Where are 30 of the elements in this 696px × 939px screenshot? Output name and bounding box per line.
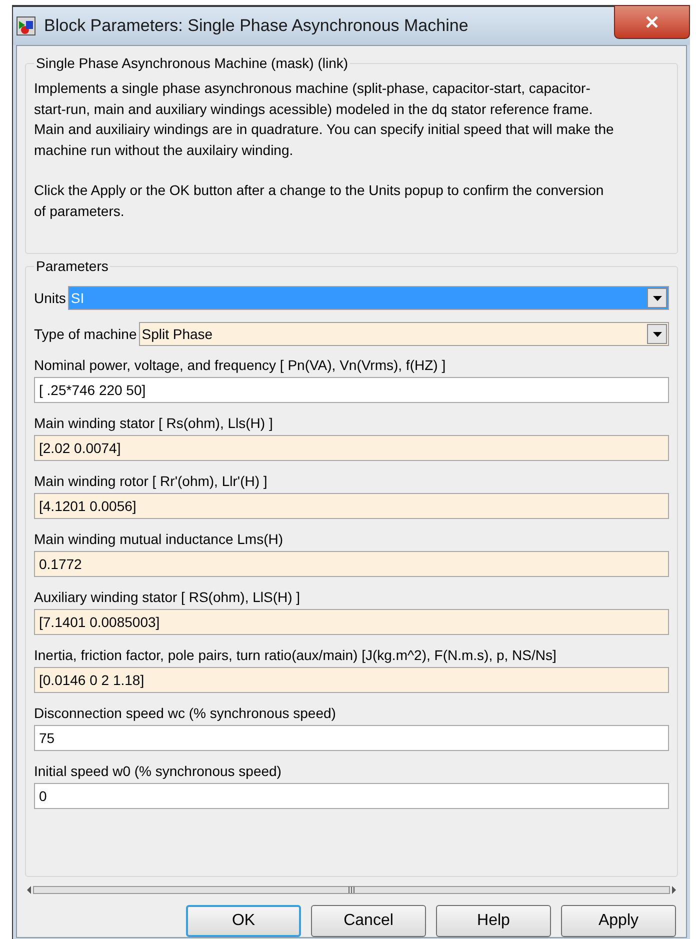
input-field[interactable]: [ .25*746 220 50]: [34, 377, 669, 404]
field-label: Main winding mutual inductance Lms(H): [34, 530, 284, 550]
input-field[interactable]: [4.1201 0.0056]: [34, 493, 669, 520]
dialog-button[interactable]: Help: [436, 905, 551, 937]
field-label: Type of machine: [34, 324, 137, 344]
field-label: Inertia, friction factor, pole pairs, turn ratio(aux/main) [J(kg.m^2), F(N.m.s), p, NS/Ns]: [34, 646, 558, 666]
input-field[interactable]: [2.02 0.0074]: [34, 435, 669, 462]
field-label: Main winding stator [ Rs(ohm), Lls(H) ]: [34, 414, 274, 434]
field-label: Auxiliary winding stator [ RS(ohm), LlS(H) ]: [34, 588, 302, 608]
input-field[interactable]: 0: [34, 783, 669, 810]
field-label: Units: [34, 288, 66, 308]
scrollbar-grip[interactable]: III: [348, 886, 356, 894]
description-text: Click the Apply or the OK button after a change to the Units popup to confirm the conversion of parameters.: [34, 181, 605, 221]
field-label: Disconnection speed wc (% synchronous speed): [34, 704, 337, 724]
input-field[interactable]: 0.1772: [34, 551, 669, 578]
dropdown[interactable]: Split Phase: [138, 322, 669, 346]
dialog-button[interactable]: OK: [186, 905, 301, 937]
close-button[interactable]: [614, 5, 690, 39]
input-field[interactable]: [7.1401 0.0085003]: [34, 609, 669, 636]
block-icon: [16, 16, 36, 36]
input-field[interactable]: 75: [34, 725, 669, 752]
dialog-button[interactable]: Apply: [561, 905, 676, 937]
input-field[interactable]: [0.0146 0 2 1.18]: [34, 667, 669, 694]
field-label: Initial speed w0 (% synchronous speed): [34, 762, 282, 782]
close-icon: [645, 16, 659, 28]
field-label: Main winding rotor [ Rr'(ohm), Llr'(H) ]: [34, 472, 268, 492]
field-label: Nominal power, voltage, and frequency [ Pn(VA), Vn(Vrms), f(HZ) ]: [34, 356, 447, 376]
dialog-button[interactable]: Cancel: [311, 905, 426, 937]
window-title: Block Parameters: Single Phase Asynchronous Machine: [44, 15, 468, 38]
description-text: Implements a single phase asynchronous machine (split-phase, capacitor-start, capacitor-start-run, main and auxiliary windings acessible) modeled in the dq stator reference frame. Main and auxiliairy windings are in quadrature. You can specify initial speed that will make the machine run without the auxilairy winding.: [34, 79, 615, 160]
